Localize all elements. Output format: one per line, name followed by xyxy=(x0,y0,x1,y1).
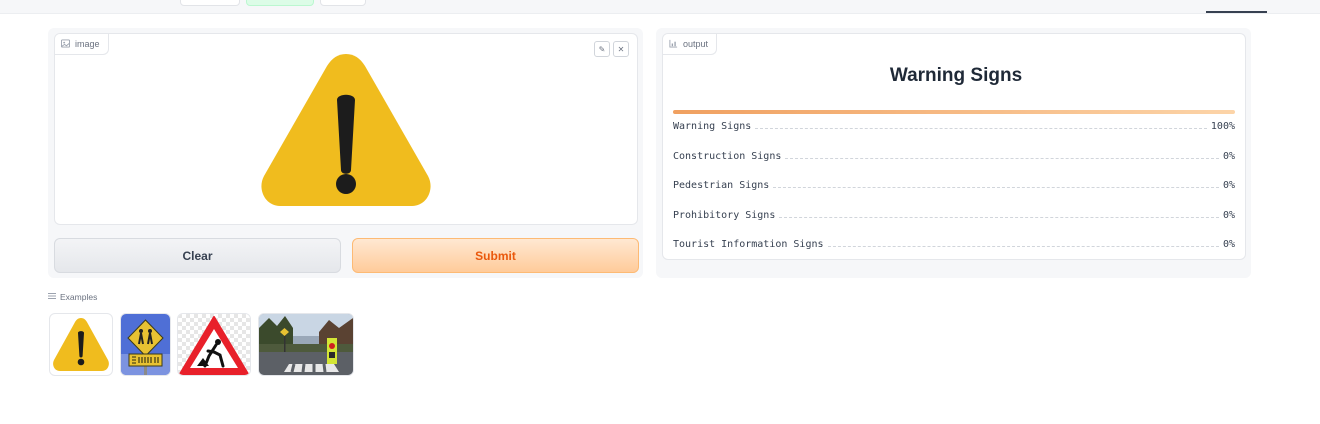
output-box: output Warning Signs Warning Signs 100% … xyxy=(662,33,1246,260)
leader-dots xyxy=(779,217,1219,218)
confidence-label: Warning Signs xyxy=(673,121,752,132)
predicted-label: Warning Signs xyxy=(889,65,1023,86)
confidence-row: Construction Signs 0% xyxy=(673,148,1235,162)
top-bar xyxy=(0,0,1320,14)
confidence-label: Construction Signs xyxy=(673,151,782,162)
list-icon xyxy=(48,292,56,302)
leader-dots xyxy=(785,158,1219,159)
output-label-chip: output xyxy=(663,34,718,55)
output-label: output xyxy=(683,39,709,49)
top-tab[interactable] xyxy=(320,0,366,6)
submit-button[interactable]: Submit xyxy=(352,238,639,273)
warning-sign-example xyxy=(53,318,109,371)
confidence-label: Prohibitory Signs xyxy=(673,210,776,221)
school-crossing-sign-example xyxy=(121,314,170,375)
confidence-row: Warning Signs 100% xyxy=(673,118,1235,132)
example-thumbnail[interactable] xyxy=(177,313,251,376)
example-thumbnail[interactable] xyxy=(49,313,113,376)
clear-button[interactable]: Clear xyxy=(54,238,341,273)
confidence-bar xyxy=(673,110,1235,114)
roadworks-sign-example xyxy=(178,314,250,375)
active-tab-underline xyxy=(1206,11,1267,13)
confidence-row: Prohibitory Signs 0% xyxy=(673,207,1235,221)
examples-header: Examples xyxy=(48,292,97,302)
image-label: image xyxy=(75,39,100,49)
image-label-chip: image xyxy=(55,34,109,55)
example-thumbnail[interactable] xyxy=(258,313,354,376)
confidence-label: Pedestrian Signs xyxy=(673,180,770,191)
confidence-label: Tourist Information Signs xyxy=(673,239,824,250)
image-icon xyxy=(61,38,70,50)
image-input[interactable]: image ✎ ✕ xyxy=(54,33,638,225)
top-tab[interactable] xyxy=(180,0,240,6)
examples-label: Examples xyxy=(60,292,98,302)
confidence-value: 0% xyxy=(1222,180,1235,191)
confidence-row: Tourist Information Signs 0% xyxy=(673,236,1235,250)
warning-sign-image xyxy=(261,54,431,206)
top-status-badge xyxy=(246,0,314,6)
confidence-row: Pedestrian Signs 0% xyxy=(673,177,1235,191)
example-thumbnail[interactable] xyxy=(120,313,171,376)
confidence-value: 0% xyxy=(1222,210,1235,221)
pencil-icon[interactable]: ✎ xyxy=(594,41,610,57)
close-icon[interactable]: ✕ xyxy=(613,41,629,57)
leader-dots xyxy=(755,128,1207,129)
street-photo-example xyxy=(259,314,353,375)
leader-dots xyxy=(773,187,1219,188)
confidence-value: 100% xyxy=(1210,121,1235,132)
leader-dots xyxy=(827,246,1219,247)
confidence-value: 0% xyxy=(1222,151,1235,162)
chart-icon xyxy=(669,39,678,50)
confidence-value: 0% xyxy=(1222,239,1235,250)
